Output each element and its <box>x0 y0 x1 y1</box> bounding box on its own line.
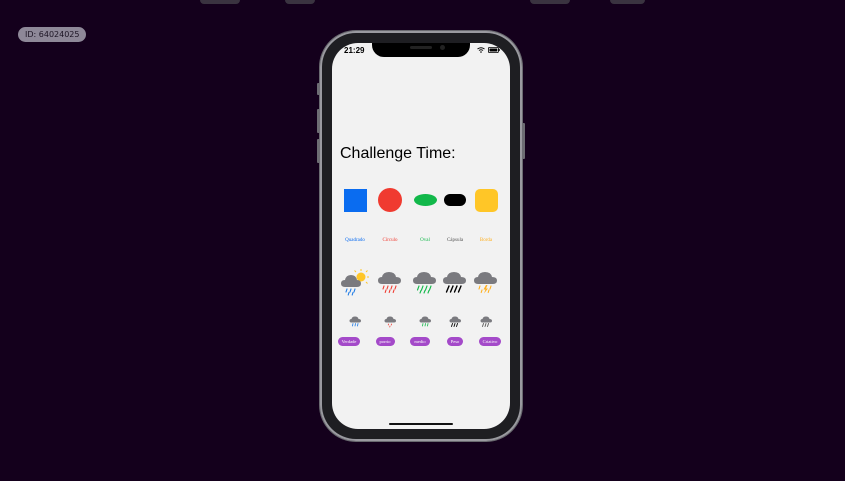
label-circulo: Círculo <box>382 237 398 243</box>
status-time: 21:29 <box>344 46 365 55</box>
label-capsula: Cápsula <box>446 237 464 243</box>
battery-icon <box>488 47 500 53</box>
oval-shape <box>413 194 437 206</box>
cloud-bolt-icon <box>474 272 497 294</box>
shape-square <box>338 188 372 212</box>
cloud-rain-icon <box>378 272 401 294</box>
background-decoration <box>285 0 315 4</box>
peso-button[interactable]: Peso <box>446 336 464 346</box>
shape-rounded-square <box>469 188 503 212</box>
square-shape <box>343 188 367 212</box>
phone-screen: 21:29 Challenge Time: Quadrado Círculo O… <box>332 43 510 429</box>
background-decoration <box>610 0 645 4</box>
shape-capsule <box>438 188 472 212</box>
cloud-heavyrain-small-icon <box>449 316 461 327</box>
page-title: Challenge Time: <box>340 145 456 162</box>
notch <box>372 43 470 57</box>
shape-circle <box>373 188 407 212</box>
cloud-sun-rain-icon <box>341 269 369 296</box>
cloud-drizzle-small-icon <box>384 316 396 327</box>
medio-button[interactable]: medio <box>410 336 430 346</box>
label-borda: Borda <box>479 237 493 243</box>
weather-small-row <box>332 314 510 328</box>
cloud-heavyrain-small-icon <box>480 316 492 327</box>
cloud-heavyrain-icon <box>443 272 466 293</box>
circle-shape <box>378 188 402 212</box>
background-decoration <box>530 0 570 4</box>
capsule-shape <box>444 194 466 206</box>
phone-volume-down <box>317 139 320 163</box>
buttons-row: Verdade porrio medio Peso Criativo <box>332 336 510 346</box>
home-indicator[interactable] <box>389 423 453 425</box>
wifi-icon <box>477 47 485 53</box>
cloud-rain-icon <box>413 272 436 294</box>
cloud-rain-small-icon <box>419 316 431 326</box>
porrio-button[interactable]: porrio <box>375 336 395 346</box>
phone-volume-up <box>317 109 320 133</box>
criativo-button[interactable]: Criativo <box>478 336 502 346</box>
status-icons <box>477 47 500 53</box>
label-quadrado: Quadrado <box>345 237 365 243</box>
rounded-square-shape <box>474 188 498 212</box>
verdade-button[interactable]: Verdade <box>337 336 361 346</box>
shape-oval <box>408 188 442 212</box>
phone-power-button <box>522 123 525 159</box>
background-decoration <box>200 0 240 4</box>
cloud-rain-small-icon <box>349 316 361 326</box>
phone-mute-switch <box>317 83 320 95</box>
phone-frame: 21:29 Challenge Time: Quadrado Círculo O… <box>317 31 525 441</box>
labels-row: Quadrado Círculo Oval Cápsula Borda <box>332 236 510 244</box>
label-oval: Oval <box>420 237 430 243</box>
shapes-row <box>332 188 510 212</box>
weather-large-row <box>332 268 510 296</box>
id-badge: ID: 64024025 <box>18 27 87 42</box>
